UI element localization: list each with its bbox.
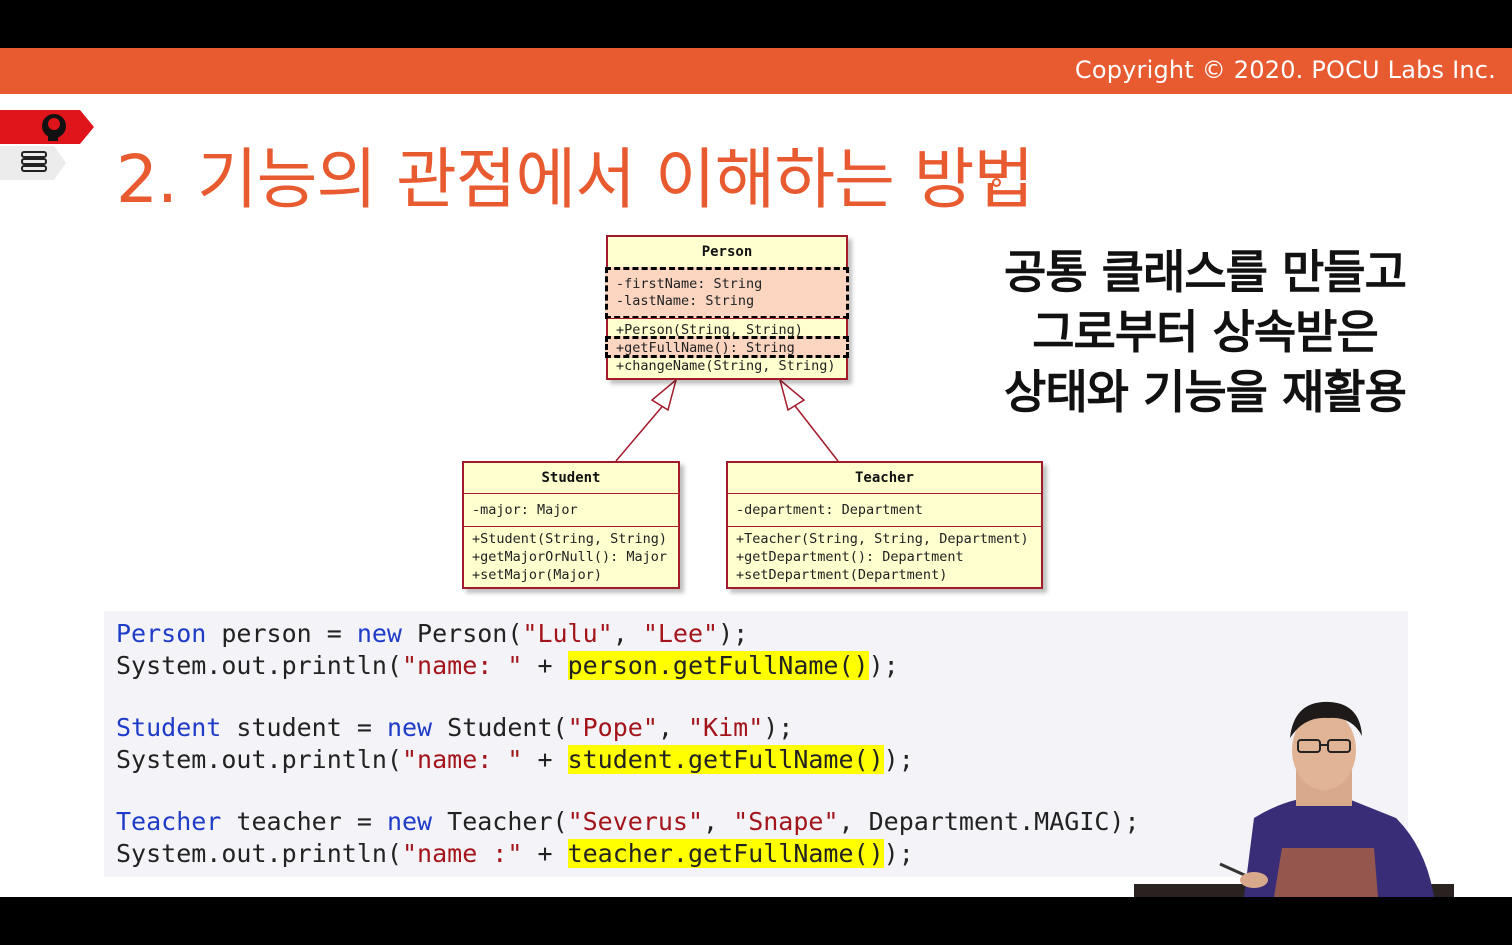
class-name: Person: [701, 244, 753, 260]
code-string: "Kim": [687, 713, 764, 742]
code-text: );: [883, 839, 914, 868]
code-text: ,: [657, 713, 688, 742]
slide: Copyright © 2020. POCU Labs Inc. 2. 기능의 …: [0, 48, 1512, 897]
slide-title: 2. 기능의 관점에서 이해하는 방법: [116, 141, 1034, 218]
separator: [464, 493, 678, 494]
code-highlight: person.getFullName(): [567, 651, 869, 680]
code-type: Teacher: [116, 807, 222, 836]
code-string: "Lee": [642, 619, 719, 648]
code-line-1: Person person = new Person("Lulu", "Lee"…: [116, 619, 748, 648]
book-stack-icon[interactable]: [0, 146, 66, 180]
caption-line: 상태와 기능을 재활용: [1004, 365, 1407, 419]
separator: [728, 526, 1041, 527]
code-keyword: new: [356, 619, 402, 648]
class-name: Student: [541, 470, 601, 486]
code-text: Person(: [401, 619, 523, 648]
code-string: "Severus": [567, 807, 704, 836]
code-text: +: [522, 839, 568, 868]
code-text: System.out.println(: [116, 651, 402, 680]
code-string: "name: ": [401, 745, 523, 774]
code-line-5: Teacher teacher = new Teacher("Severus",…: [116, 807, 1140, 836]
code-keyword: new: [386, 807, 433, 836]
code-highlight: teacher.getFullName(): [567, 839, 884, 868]
code-line-6: System.out.println("name :" + teacher.ge…: [116, 839, 914, 868]
method: +getDepartment(): Department: [736, 549, 964, 565]
code-type: Person: [116, 619, 207, 648]
method: +getFullName(): String: [616, 340, 795, 356]
class-name: Teacher: [854, 470, 914, 486]
code-text: Student(: [432, 713, 568, 742]
code-text: person =: [206, 619, 357, 648]
code-text: System.out.println(: [116, 745, 402, 774]
code-text: , Department.MAGIC);: [838, 807, 1140, 836]
video-letterbox-bottom: [0, 897, 1512, 945]
method: +Teacher(String, String, Department): [736, 531, 1029, 547]
code-text: );: [763, 713, 794, 742]
code-text: teacher =: [221, 807, 387, 836]
code-text: System.out.println(: [116, 839, 402, 868]
code-text: +: [522, 651, 568, 680]
uml-class-teacher: Teacher -department: Department +Teacher…: [726, 461, 1043, 589]
code-text: );: [868, 651, 899, 680]
cursor-dot: [992, 178, 1001, 187]
attribute: -lastName: String: [616, 293, 755, 309]
method: +setDepartment(Department): [736, 567, 948, 583]
uml-class-person: Person -firstName: String -lastName: Str…: [605, 235, 849, 380]
uml-class-student: Student -major: Major +Student(String, S…: [462, 461, 680, 589]
separator: [608, 318, 846, 319]
separator: [728, 493, 1041, 494]
code-text: );: [718, 619, 749, 648]
code-line-2: System.out.println("name: " + person.get…: [116, 651, 899, 680]
caption-line: 그로부터 상속받은: [1032, 305, 1379, 359]
caption-line: 공통 클래스를 만들고: [1004, 245, 1407, 299]
code-text: Teacher(: [432, 807, 568, 836]
copyright-text: Copyright © 2020. POCU Labs Inc.: [1074, 56, 1496, 84]
separator: [464, 526, 678, 527]
code-keyword: new: [386, 713, 433, 742]
code-text: student =: [221, 713, 387, 742]
method: +getMajorOrNull(): Major: [472, 549, 668, 565]
code-string: "Pope": [567, 713, 658, 742]
code-text: );: [883, 745, 914, 774]
code-string: "Snape": [733, 807, 839, 836]
method: +Student(String, String): [472, 531, 668, 547]
code-string: "name :": [401, 839, 523, 868]
presenter-video: [1134, 701, 1454, 897]
code-text: ,: [703, 807, 734, 836]
method: +Person(String, String): [616, 322, 803, 338]
code-string: "Lulu": [522, 619, 613, 648]
code-line-3: Student student = new Student("Pope", "K…: [116, 713, 793, 742]
method: +setMajor(Major): [472, 567, 603, 583]
code-highlight: student.getFullName(): [567, 745, 884, 774]
side-caption: 공통 클래스를 만들고 그로부터 상속받은 상태와 기능을 재활용: [960, 242, 1450, 422]
code-text: +: [522, 745, 568, 774]
brain-icon[interactable]: [0, 110, 94, 144]
attribute: -firstName: String: [616, 276, 763, 292]
attribute: -major: Major: [472, 502, 578, 518]
code-text: ,: [612, 619, 643, 648]
video-letterbox-top: [0, 0, 1512, 48]
header-banner: Copyright © 2020. POCU Labs Inc.: [0, 48, 1512, 94]
method: +changeName(String, String): [616, 358, 836, 374]
code-string: "name: ": [401, 651, 523, 680]
code-line-4: System.out.println("name: " + student.ge…: [116, 745, 914, 774]
code-type: Student: [116, 713, 222, 742]
attribute: -department: Department: [736, 502, 923, 518]
